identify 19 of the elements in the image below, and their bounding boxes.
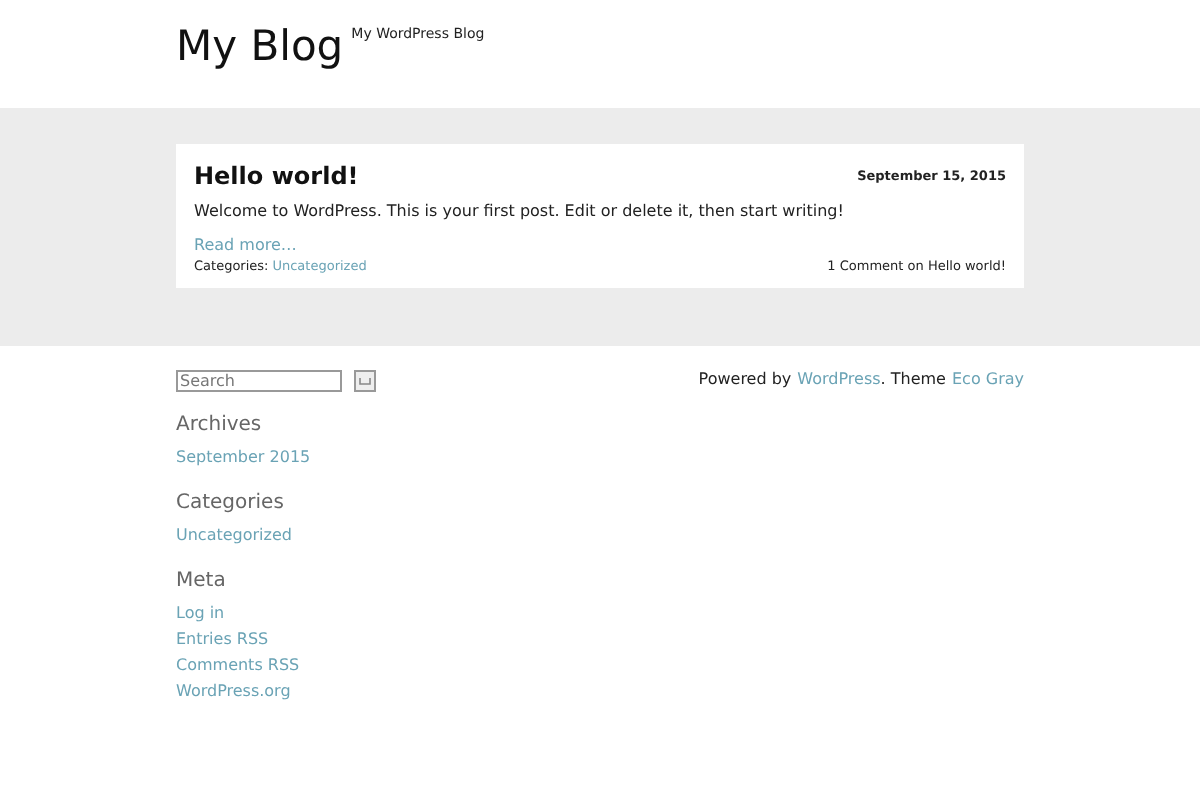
widget-link[interactable]: WordPress.org [176, 678, 291, 704]
wordpress-link[interactable]: WordPress [797, 370, 881, 390]
widget-link[interactable]: Comments RSS [176, 652, 300, 678]
widget-title: Meta [176, 568, 228, 594]
post-title[interactable]: Hello world! [194, 162, 359, 190]
theme-text: . Theme [880, 370, 946, 390]
powered-by-text: Powered by [698, 370, 792, 390]
widget-title: Archives [176, 412, 264, 438]
widget-link[interactable]: Uncategorized [176, 522, 292, 548]
read-more-link[interactable]: Read more… [194, 236, 297, 256]
theme-link[interactable]: Eco Gray [951, 370, 1024, 390]
search-button[interactable] [354, 370, 376, 392]
widget-title: Categories [176, 490, 286, 516]
widget-link[interactable]: September 2015 [176, 444, 311, 470]
post-excerpt: Welcome to WordPress. This is your first post. Edit or delete it, then start writing! [194, 202, 846, 222]
site-title[interactable]: My Blog [176, 20, 344, 72]
widget-link[interactable]: Entries RSS [176, 626, 269, 652]
search-field[interactable]: Search [176, 370, 342, 392]
widget-link[interactable]: Log in [176, 600, 225, 626]
